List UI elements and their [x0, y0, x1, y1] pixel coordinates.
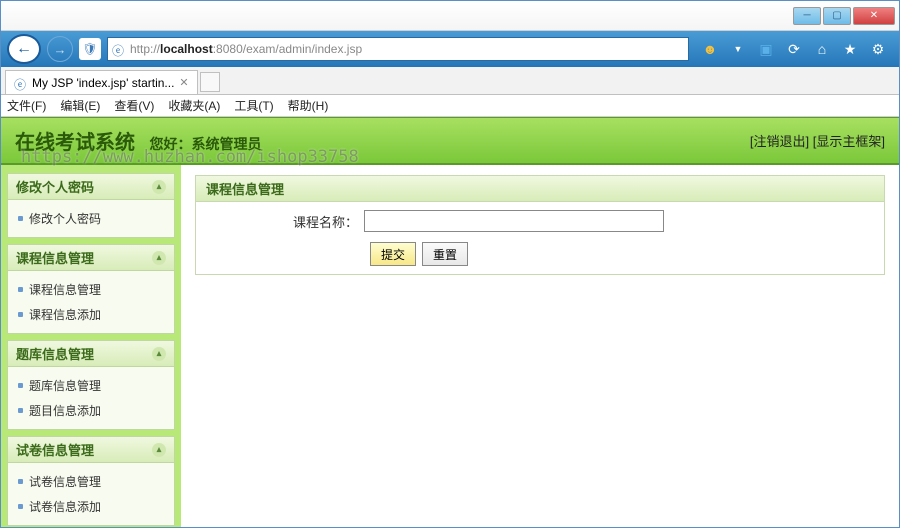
course-name-input[interactable]: [364, 210, 664, 232]
tab-close-icon[interactable]: ✕: [179, 76, 188, 89]
bullet-icon: [18, 287, 23, 292]
back-button[interactable]: ←: [7, 34, 41, 64]
picture-icon[interactable]: ▣: [757, 40, 775, 58]
system-title: 在线考试系统: [15, 132, 135, 154]
bullet-icon: [18, 312, 23, 317]
sidebar-group-header[interactable]: 题库信息管理 ▴: [8, 341, 174, 367]
bullet-icon: [18, 504, 23, 509]
window-titlebar: ─ ▢ ✕: [1, 1, 899, 31]
course-panel: 课程信息管理 课程名称： 提交 重置: [195, 175, 885, 275]
window-maximize-button[interactable]: ▢: [823, 7, 851, 25]
collapse-icon[interactable]: ▴: [152, 347, 166, 361]
course-name-label: 课程名称：: [204, 212, 364, 231]
submit-button[interactable]: 提交: [370, 242, 416, 266]
form-row-course-name: 课程名称：: [204, 210, 876, 232]
home-icon[interactable]: ⌂: [813, 40, 831, 58]
panel-body: 课程名称： 提交 重置: [196, 202, 884, 274]
url-path: /exam/admin/index.jsp: [243, 42, 362, 56]
content-area: 修改个人密码 ▴ 修改个人密码 课程信息管理 ▴ 课程信息管理 课程信息添加: [1, 165, 899, 527]
logout-link[interactable]: [注销退出]: [750, 134, 809, 149]
collapse-icon[interactable]: ▴: [152, 443, 166, 457]
header-links: [注销退出] [显示主框架]: [750, 131, 885, 150]
button-row: 提交 重置: [204, 242, 876, 266]
sidebar-group-paper: 试卷信息管理 ▴ 试卷信息管理 试卷信息添加: [7, 436, 175, 526]
favorites-icon[interactable]: ★: [841, 40, 859, 58]
bullet-icon: [18, 479, 23, 484]
sidebar-group-header[interactable]: 试卷信息管理 ▴: [8, 437, 174, 463]
collapse-icon[interactable]: ▴: [152, 251, 166, 265]
tab-strip: ⓔ My JSP 'index.jsp' startin... ✕: [1, 67, 899, 95]
nav-icon-group: ☻ ▼ ▣ ⟳ ⌂ ★ ⚙: [695, 40, 893, 58]
sidebar-item[interactable]: 题库信息管理: [18, 373, 164, 398]
tab-favicon-icon: ⓔ: [14, 76, 27, 89]
sidebar-group-password: 修改个人密码 ▴ 修改个人密码: [7, 173, 175, 238]
address-bar[interactable]: ⓔ http:// localhost :8080 /exam/admin/in…: [107, 37, 689, 61]
window-minimize-button[interactable]: ─: [793, 7, 821, 25]
menu-bar: 文件(F) 编辑(E) 查看(V) 收藏夹(A) 工具(T) 帮助(H): [1, 95, 899, 117]
show-frame-link[interactable]: [显示主框架]: [813, 134, 885, 149]
security-shield-icon[interactable]: 🛡: [79, 38, 101, 60]
menu-favorites[interactable]: 收藏夹(A): [168, 97, 220, 114]
greeting-label: 您好：系统管理员: [149, 136, 261, 152]
main-panel-area: 课程信息管理 课程名称： 提交 重置: [181, 165, 899, 527]
browser-tab[interactable]: ⓔ My JSP 'index.jsp' startin... ✕: [5, 70, 198, 94]
sidebar-group-title: 题库信息管理: [16, 344, 94, 363]
header-left: 在线考试系统 您好：系统管理员: [15, 126, 261, 155]
sidebar: 修改个人密码 ▴ 修改个人密码 课程信息管理 ▴ 课程信息管理 课程信息添加: [1, 165, 181, 527]
sidebar-item[interactable]: 课程信息管理: [18, 277, 164, 302]
forward-button[interactable]: →: [47, 36, 73, 62]
sidebar-item[interactable]: 题目信息添加: [18, 398, 164, 423]
sidebar-group-header[interactable]: 修改个人密码 ▴: [8, 174, 174, 200]
window-frame: ─ ▢ ✕ ← → 🛡 ⓔ http:// localhost :8080 /e…: [0, 0, 900, 528]
window-close-button[interactable]: ✕: [853, 7, 895, 25]
dropdown-icon[interactable]: ▼: [729, 40, 747, 58]
sidebar-group-title: 课程信息管理: [16, 248, 94, 267]
new-tab-button[interactable]: [200, 72, 220, 92]
bullet-icon: [18, 216, 23, 221]
url-protocol: http://: [130, 42, 160, 56]
reset-button[interactable]: 重置: [422, 242, 468, 266]
url-host: localhost: [160, 42, 213, 56]
sidebar-group-question: 题库信息管理 ▴ 题库信息管理 题目信息添加: [7, 340, 175, 430]
browser-nav-bar: ← → 🛡 ⓔ http:// localhost :8080 /exam/ad…: [1, 31, 899, 67]
bullet-icon: [18, 383, 23, 388]
emoji-icon[interactable]: ☻: [701, 40, 719, 58]
sidebar-item[interactable]: 修改个人密码: [18, 206, 164, 231]
sidebar-group-header[interactable]: 课程信息管理 ▴: [8, 245, 174, 271]
app-header: 在线考试系统 您好：系统管理员 [注销退出] [显示主框架] https://w…: [1, 117, 899, 165]
panel-title: 课程信息管理: [206, 179, 284, 198]
sidebar-item[interactable]: 试卷信息添加: [18, 494, 164, 519]
sidebar-item[interactable]: 试卷信息管理: [18, 469, 164, 494]
menu-view[interactable]: 查看(V): [114, 97, 154, 114]
url-port: :8080: [213, 42, 243, 56]
bullet-icon: [18, 408, 23, 413]
settings-gear-icon[interactable]: ⚙: [869, 40, 887, 58]
panel-header: 课程信息管理: [196, 176, 884, 202]
sidebar-item[interactable]: 课程信息添加: [18, 302, 164, 327]
sidebar-group-title: 修改个人密码: [16, 177, 94, 196]
ie-favicon-icon: ⓔ: [112, 42, 126, 56]
refresh-icon[interactable]: ⟳: [785, 40, 803, 58]
sidebar-group-title: 试卷信息管理: [16, 440, 94, 459]
sidebar-group-course: 课程信息管理 ▴ 课程信息管理 课程信息添加: [7, 244, 175, 334]
menu-help[interactable]: 帮助(H): [288, 97, 329, 114]
tab-title: My JSP 'index.jsp' startin...: [32, 76, 174, 90]
menu-file[interactable]: 文件(F): [7, 97, 46, 114]
menu-tools[interactable]: 工具(T): [234, 97, 273, 114]
collapse-icon[interactable]: ▴: [152, 180, 166, 194]
menu-edit[interactable]: 编辑(E): [60, 97, 100, 114]
